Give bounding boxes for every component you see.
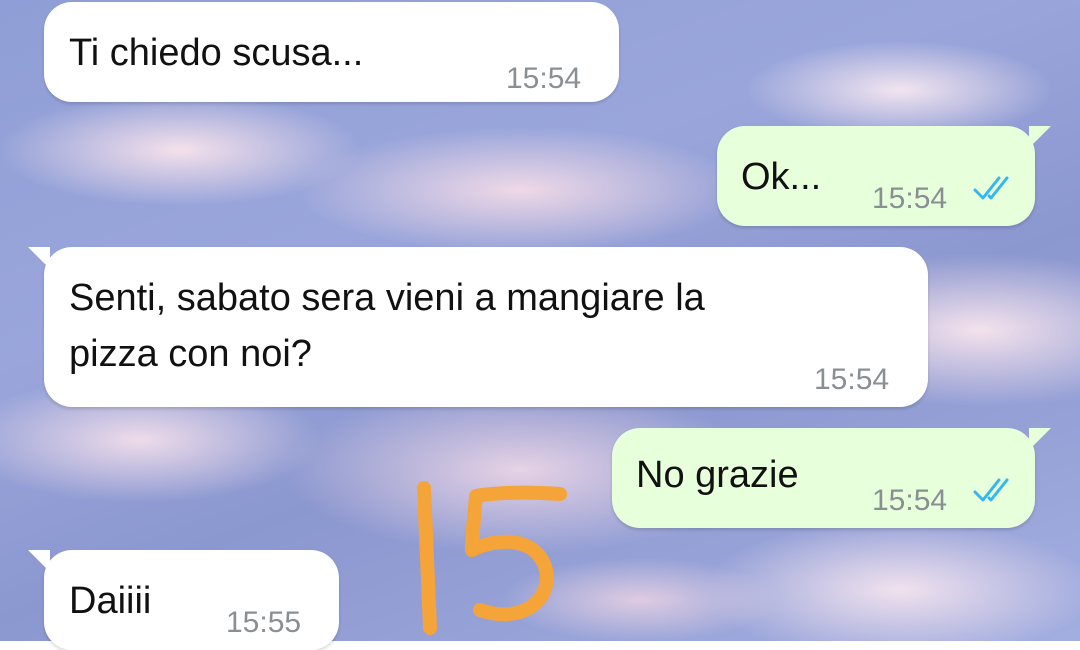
message-text-line: pizza con noi? [69,333,312,375]
handwritten-number-annotation: 15 [417,481,567,635]
message-text: No grazie [636,454,799,496]
bubble-tail [1029,126,1051,148]
message-timestamp: 15:54 [506,62,582,95]
message-bubble-incoming[interactable]: Daiiii 15:55 [28,550,339,650]
message-text: Ti chiedo scusa... [69,32,364,74]
message-timestamp: 15:55 [226,606,302,639]
message-bubble-incoming[interactable]: Ti chiedo scusa... 15:54 [44,2,619,102]
message-bubble-outgoing[interactable]: No grazie 15:54 [612,428,1051,528]
message-text-line: Senti, sabato sera vieni a mangiare la [69,277,705,319]
bubble-tail [28,550,50,572]
message-text: Ok... [741,156,822,198]
message-timestamp: 15:54 [872,484,948,517]
message-bubble-outgoing[interactable]: Ok... 15:54 [717,126,1051,226]
bubble-tail [28,247,50,269]
message-text: Daiiii [69,580,152,622]
bubble-tail [1029,428,1051,450]
double-check-read-icon [973,176,1009,200]
double-check-read-icon [973,478,1009,502]
message-timestamp: 15:54 [814,363,890,396]
message-timestamp: 15:54 [872,182,948,215]
message-bubble-incoming[interactable]: Senti, sabato sera vieni a mangiare la p… [28,247,928,407]
